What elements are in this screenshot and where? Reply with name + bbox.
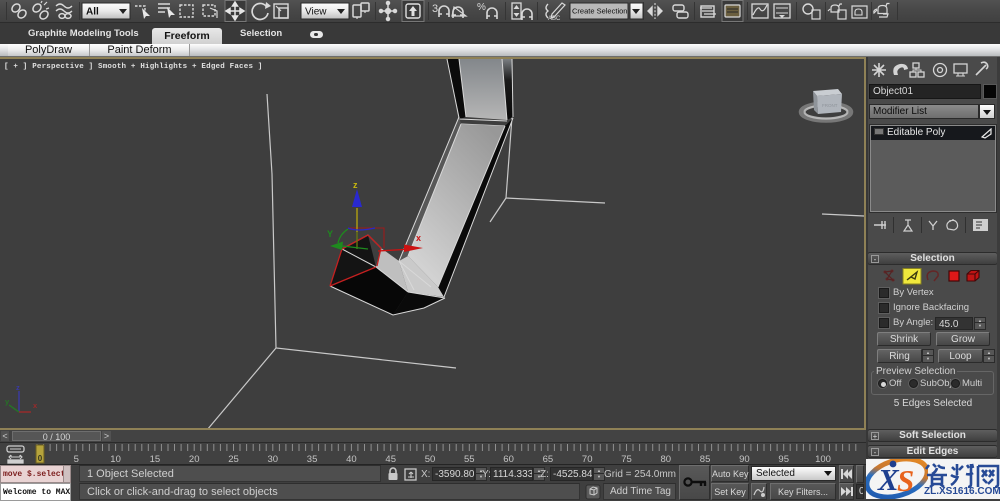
- svg-text:70: 70: [582, 454, 593, 465]
- svg-text:3: 3: [432, 3, 438, 15]
- svg-text:x: x: [33, 401, 38, 410]
- svg-text:85: 85: [700, 454, 711, 465]
- svg-text:z: z: [16, 383, 20, 392]
- svg-text:95: 95: [778, 454, 789, 465]
- svg-text:90: 90: [739, 454, 750, 465]
- svg-text:45: 45: [385, 454, 396, 465]
- svg-text:35: 35: [307, 454, 318, 465]
- svg-text:65: 65: [543, 454, 554, 465]
- svg-text:0: 0: [38, 454, 43, 463]
- svg-text:40: 40: [346, 454, 357, 465]
- svg-text:75: 75: [621, 454, 632, 465]
- svg-text:%: %: [477, 2, 486, 13]
- svg-text:100: 100: [815, 454, 831, 465]
- svg-text:25: 25: [228, 454, 239, 465]
- svg-text:View: View: [305, 7, 327, 18]
- svg-text:z: z: [353, 180, 358, 190]
- svg-text:5: 5: [74, 454, 79, 465]
- svg-text:Y: Y: [327, 229, 333, 239]
- svg-text:Create Selection Se: Create Selection Se: [572, 7, 639, 16]
- svg-text:15: 15: [150, 454, 161, 465]
- svg-text:S: S: [897, 463, 914, 498]
- svg-text:x: x: [416, 233, 421, 243]
- svg-text:30: 30: [268, 454, 279, 465]
- svg-text:80: 80: [661, 454, 672, 465]
- svg-text:FRONT: FRONT: [822, 103, 838, 108]
- svg-text:10: 10: [110, 454, 121, 465]
- svg-text:55: 55: [464, 454, 475, 465]
- svg-text:All: All: [86, 7, 99, 18]
- svg-text:20: 20: [189, 454, 200, 465]
- svg-text:50: 50: [425, 454, 436, 465]
- svg-text:60: 60: [503, 454, 514, 465]
